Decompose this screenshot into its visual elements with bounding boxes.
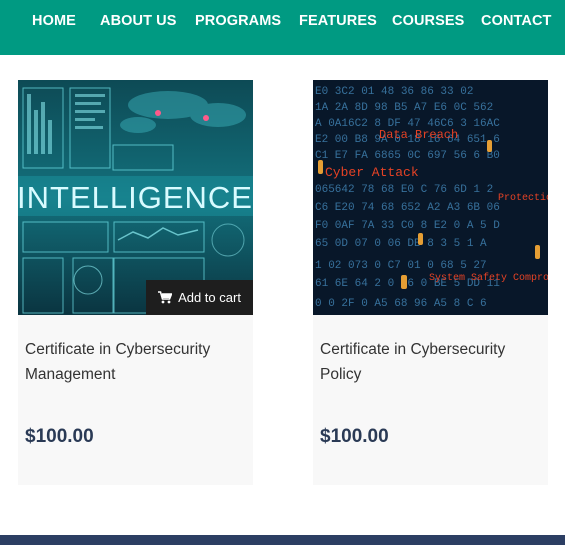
nav-item-about-us[interactable]: ABOUT US [100,13,177,29]
product-title[interactable]: Certificate in Cybersecurity Management [25,337,243,387]
intelligence-word: INTELLIGENCE [18,180,253,215]
main-menu: HOME ABOUT US PROGRAMS FEATURES COURSES … [0,0,565,44]
nav-item-programs[interactable]: PROGRAMS [195,13,281,29]
nav-item-features[interactable]: FEATURES [299,13,377,29]
product-card-cybersecurity-policy: E0 3C2 01 48 36 86 33 02 1A 2A 8D 98 B5 … [313,80,548,485]
top-navigation-bar: HOME ABOUT US PROGRAMS FEATURES COURSES … [0,0,565,55]
shopping-cart-icon [158,291,173,304]
add-to-cart-button[interactable]: Add to cart [146,280,253,315]
product-image-cyber-attack[interactable]: E0 3C2 01 48 36 86 33 02 1A 2A 8D 98 B5 … [313,80,548,315]
product-image-intelligence[interactable]: INTELLIGENCE Add to cart [18,80,253,315]
product-price: $100.00 [25,426,94,447]
cyber-attack-illustration: E0 3C2 01 48 36 86 33 02 1A 2A 8D 98 B5 … [313,80,548,315]
nav-item-home[interactable]: HOME [32,13,76,29]
product-card-cybersecurity-management: INTELLIGENCE Add to cart Certificate in … [18,80,253,485]
nav-item-contact[interactable]: CONTACT [481,13,552,29]
product-title[interactable]: Certificate in Cybersecurity Policy [320,337,538,387]
add-to-cart-label: Add to cart [178,290,241,305]
product-price: $100.00 [320,426,389,447]
footer-strip [0,535,565,545]
nav-item-courses[interactable]: COURSES [392,13,464,29]
